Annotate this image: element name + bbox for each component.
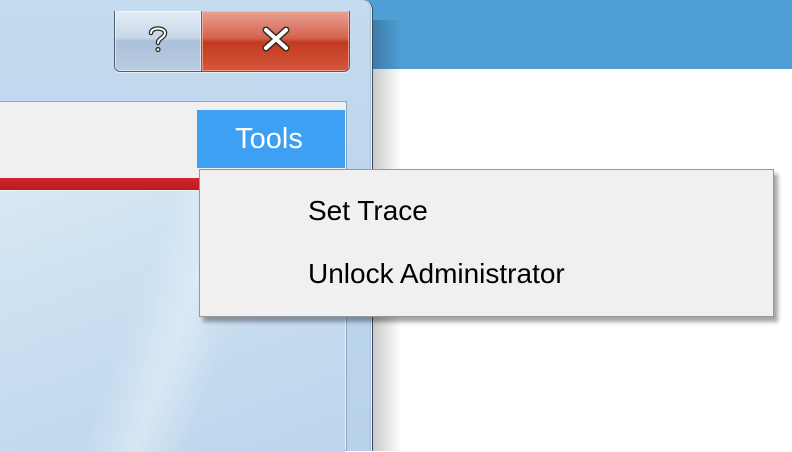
- tools-dropdown-menu: Set Trace Unlock Administrator: [199, 169, 774, 317]
- help-button[interactable]: [115, 11, 202, 71]
- menu-item-unlock-administrator[interactable]: Unlock Administrator: [200, 245, 773, 303]
- tools-menu[interactable]: Tools: [197, 110, 345, 168]
- question-mark-icon: [145, 24, 171, 59]
- close-x-icon: [258, 26, 294, 57]
- menu-bar: Tools: [0, 102, 346, 168]
- caption-buttons: [114, 11, 350, 72]
- close-button[interactable]: [202, 11, 349, 71]
- background-window-titlebar: [360, 0, 792, 69]
- red-status-strip: [0, 178, 200, 190]
- menu-item-set-trace[interactable]: Set Trace: [200, 182, 773, 240]
